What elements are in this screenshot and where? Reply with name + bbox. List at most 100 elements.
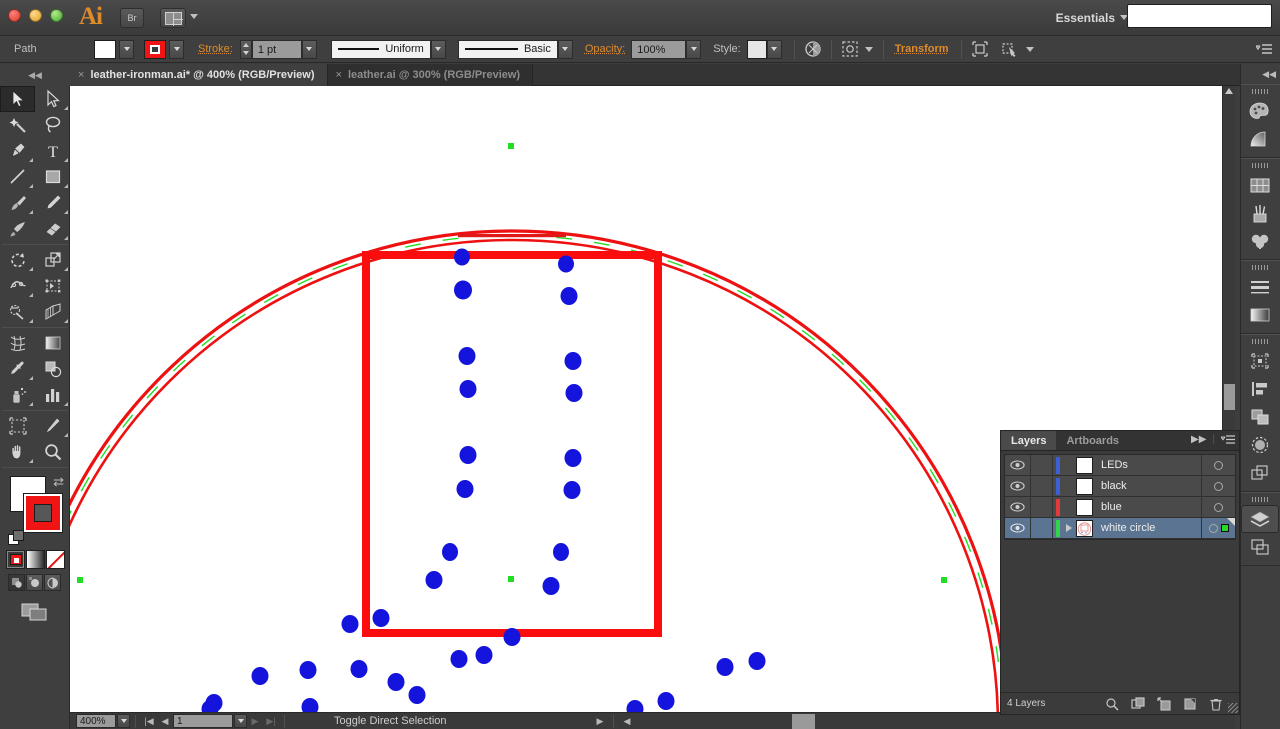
search-input[interactable] [1127, 4, 1272, 28]
layer-row-leds[interactable]: LEDs [1005, 455, 1235, 476]
zoom-tool[interactable] [35, 439, 70, 465]
drag-grip[interactable] [1252, 265, 1270, 270]
opacity-value[interactable]: 100% [631, 40, 686, 59]
layer-visibility-toggle[interactable] [1005, 455, 1031, 476]
layer-target-indicator[interactable] [1201, 497, 1235, 518]
graphic-style-dropdown[interactable] [767, 40, 782, 59]
artboard-dropdown[interactable] [234, 714, 247, 728]
gradient-tool[interactable] [35, 330, 70, 356]
line-segment-tool[interactable] [0, 164, 35, 190]
close-icon[interactable]: × [336, 69, 342, 81]
collapse-panels-icon[interactable]: ◀◀ [1241, 64, 1280, 84]
drag-grip[interactable] [1252, 497, 1270, 502]
isolate-object-button[interactable] [839, 39, 861, 59]
delete-selection-icon[interactable] [1209, 697, 1223, 711]
layer-name[interactable]: black [1093, 480, 1201, 492]
symbols-panel-icon[interactable] [1241, 227, 1279, 255]
tab-layers[interactable]: Layers [1001, 431, 1056, 450]
rectangle-tool[interactable] [35, 164, 70, 190]
width-tool[interactable] [0, 273, 35, 299]
rotate-tool[interactable] [0, 247, 35, 273]
stroke-panel-icon[interactable] [1241, 273, 1279, 301]
panel-collapse-toggle[interactable]: ◀◀ [0, 64, 70, 86]
shape-builder-tool[interactable] [0, 299, 35, 325]
minimize-window-button[interactable] [29, 9, 42, 22]
layer-lock-toggle[interactable] [1031, 455, 1053, 476]
graphic-style-swatch[interactable] [747, 40, 767, 59]
layer-expand-triangle-icon[interactable] [1066, 524, 1072, 532]
make-clipping-mask-icon[interactable] [1131, 697, 1145, 711]
recolor-artwork-button[interactable] [802, 39, 824, 59]
create-new-layer-icon[interactable] [1183, 697, 1197, 711]
stroke-weight-stepper[interactable] [240, 40, 252, 59]
resize-grip[interactable] [1228, 703, 1238, 713]
layer-visibility-toggle[interactable] [1005, 476, 1031, 497]
opacity-dropdown[interactable] [686, 40, 701, 59]
layer-row-black[interactable]: black [1005, 476, 1235, 497]
eraser-tool[interactable] [35, 216, 70, 242]
pathfinder-panel-icon[interactable] [1241, 403, 1279, 431]
status-menu-icon[interactable]: ▶ [592, 714, 608, 728]
artboard-tool[interactable] [0, 413, 35, 439]
pencil-tool[interactable] [35, 190, 70, 216]
blend-tool[interactable] [35, 356, 70, 382]
brush-definition-dropdown[interactable] [558, 40, 573, 59]
layer-lock-toggle[interactable] [1031, 497, 1053, 518]
direct-selection-tool[interactable] [35, 86, 70, 112]
layer-name[interactable]: blue [1093, 501, 1201, 513]
arrange-documents-button[interactable] [160, 8, 186, 28]
artboards-panel-icon[interactable] [1241, 533, 1279, 561]
transform-panel-icon[interactable] [1241, 347, 1279, 375]
zoom-window-button[interactable] [50, 9, 63, 22]
free-transform-tool[interactable] [35, 273, 70, 299]
perspective-grid-tool[interactable] [35, 299, 70, 325]
shape-chevron-down-icon[interactable] [1026, 47, 1034, 52]
stroke-weight-value[interactable]: 1 pt [252, 40, 302, 59]
shape-options-button[interactable] [999, 39, 1021, 59]
layer-visibility-toggle[interactable] [1005, 518, 1031, 539]
close-icon[interactable]: × [78, 69, 84, 81]
pen-tool[interactable] [0, 138, 35, 164]
hand-tool[interactable] [0, 439, 35, 465]
none-mode-button[interactable] [46, 550, 65, 569]
layer-visibility-toggle[interactable] [1005, 497, 1031, 518]
artboard-number-field[interactable]: 1 [173, 714, 233, 728]
drag-grip[interactable] [1252, 339, 1270, 344]
appearance-panel-icon[interactable] [1241, 459, 1279, 487]
layer-target-indicator[interactable] [1201, 476, 1235, 497]
transparency-panel-icon[interactable] [1241, 431, 1279, 459]
color-mode-button[interactable] [6, 550, 25, 569]
draw-normal-button[interactable] [8, 574, 25, 591]
column-graph-tool[interactable] [35, 382, 70, 408]
horizontal-scroll-thumb[interactable] [792, 714, 815, 729]
swap-fill-stroke-icon[interactable]: ⇄ [53, 474, 64, 490]
control-bar-menu-icon[interactable] [1256, 44, 1272, 56]
layer-row-blue[interactable]: blue [1005, 497, 1235, 518]
color-guide-panel-icon[interactable] [1241, 125, 1279, 153]
layer-row-white-circle[interactable]: white circle [1005, 518, 1235, 539]
stroke-profile-dropdown[interactable] [431, 40, 446, 59]
close-window-button[interactable] [8, 9, 21, 22]
stroke-profile-combo[interactable]: Uniform [331, 40, 431, 59]
first-page-icon[interactable]: |◀ [141, 714, 157, 728]
slice-tool[interactable] [35, 413, 70, 439]
blob-brush-tool[interactable] [0, 216, 35, 242]
opacity-label[interactable]: Opacity: [585, 43, 625, 55]
eyedropper-tool[interactable] [0, 356, 35, 382]
vertical-scroll-thumb[interactable] [1224, 384, 1235, 410]
type-tool[interactable]: T [35, 138, 70, 164]
locate-object-icon[interactable] [1105, 697, 1119, 711]
paintbrush-tool[interactable] [0, 190, 35, 216]
tab-artboards[interactable]: Artboards [1056, 431, 1129, 450]
transform-button[interactable]: Transform [895, 43, 949, 55]
horizontal-scrollbar-track[interactable] [635, 714, 1235, 729]
scale-tool[interactable] [35, 247, 70, 273]
change-screen-mode-button[interactable] [20, 601, 50, 623]
selection-tool[interactable] [0, 86, 35, 112]
document-tab[interactable]: × leather-ironman.ai* @ 400% (RGB/Previe… [70, 64, 328, 86]
fill-color-swatch[interactable] [94, 40, 116, 59]
last-page-icon[interactable]: ▶| [263, 714, 279, 728]
swatches-panel-icon[interactable] [1241, 171, 1279, 199]
previous-page-icon[interactable]: ◀ [157, 714, 173, 728]
align-button[interactable] [969, 39, 991, 59]
